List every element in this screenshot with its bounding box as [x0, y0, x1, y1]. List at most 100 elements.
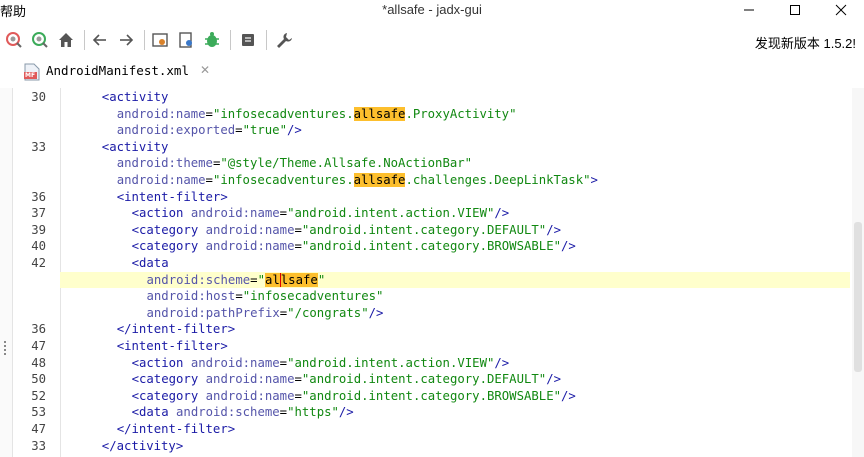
line-number: 39 — [31, 222, 46, 237]
code-line-current[interactable]: android:scheme="allsafe" — [60, 271, 850, 289]
minimize-button[interactable] — [726, 0, 772, 20]
line-number: 36 — [31, 189, 46, 204]
search-highlight: allsafe — [353, 106, 406, 121]
code-text: android:pathPrefix="/congrats"/> — [147, 305, 384, 321]
line-number: 53 — [31, 405, 46, 420]
code-line[interactable]: 37 <action android:name="android.intent.a… — [0, 205, 864, 222]
code-token: /> — [546, 222, 562, 237]
code-token: "https" — [287, 405, 339, 420]
code-token: /> — [494, 355, 510, 370]
toolbar-separator — [144, 30, 145, 50]
code-line[interactable]: 33 </activity> — [0, 438, 864, 455]
code-token: /> — [546, 372, 562, 387]
code-line[interactable]: 47 <intent-filter> — [0, 338, 864, 355]
code-line[interactable]: 40 <category android:name="android.intent… — [0, 238, 864, 255]
home-button[interactable] — [54, 28, 78, 52]
code-token: android:name — [116, 106, 206, 121]
vertical-scrollbar[interactable] — [852, 88, 864, 457]
code-line[interactable]: 30 <activity — [0, 89, 864, 106]
deobfuscation-button[interactable] — [148, 28, 172, 52]
code-editor[interactable]: 30 <activity android:name="infosecadventur… — [0, 88, 864, 457]
code-token: "infosecadventures. — [212, 106, 354, 121]
tab-close-icon[interactable]: ✕ — [200, 63, 210, 77]
code-token: /> — [494, 206, 510, 221]
toolbar: 发现新版本 1.5.2! — [0, 24, 864, 56]
code-text: <action android:name="android.intent.act… — [132, 355, 510, 371]
code-text: android:theme="@style/Theme.Allsafe.NoAc… — [117, 155, 472, 171]
code-token: "infosecadventures" — [242, 289, 384, 304]
line-number: 47 — [31, 339, 46, 353]
code-token: android:pathPrefix — [146, 305, 280, 320]
code-token: "@style/Theme.Allsafe.NoActionBar" — [220, 156, 473, 171]
code-token: "/congrats" — [287, 305, 369, 320]
code-line[interactable]: 50 <category android:name="android.intent… — [0, 371, 864, 388]
code-text: </activity> — [102, 438, 183, 454]
code-token: .ProxyActivity" — [405, 106, 517, 121]
code-token: <category — [131, 239, 206, 254]
quark-button[interactable] — [174, 28, 198, 52]
code-token: android:exported — [116, 123, 236, 138]
search-highlight: lsafe — [280, 272, 318, 287]
code-line[interactable]: android:name="infosecadventures.allsafe.… — [0, 106, 864, 123]
code-text: <data android:scheme="https"/> — [132, 404, 354, 420]
code-token: <action — [131, 206, 191, 221]
code-token: .challenges.DeepLinkTask" — [405, 173, 591, 187]
code-text: <intent-filter> — [117, 338, 228, 354]
code-token: "android.intent.category.DEFAULT" — [301, 372, 547, 387]
line-number: 33 — [31, 438, 46, 453]
splitter-grip-icon — [4, 339, 8, 357]
code-text: <category android:name="android.intent.c… — [132, 371, 561, 387]
code-token: </intent-filter> — [116, 322, 236, 337]
code-line[interactable]: android:pathPrefix="/congrats"/> — [0, 305, 864, 322]
code-text: android:name="infosecadventures.allsafe.… — [117, 106, 517, 122]
tab-androidmanifest[interactable]: MF AndroidManifest.xml ✕ — [14, 58, 224, 86]
forward-button[interactable] — [114, 28, 138, 52]
code-token: = — [235, 289, 243, 304]
code-token: "android.intent.category.BROWSABLE" — [301, 388, 562, 403]
code-token: "true" — [242, 123, 287, 138]
code-line[interactable]: android:theme="@style/Theme.Allsafe.NoAc… — [0, 155, 864, 172]
code-line[interactable]: 52 <category android:name="android.intent… — [0, 388, 864, 405]
toolbar-separator — [230, 30, 231, 50]
code-line[interactable]: 53 <data android:scheme="https"/> — [0, 404, 864, 421]
code-line[interactable]: android:host="infosecadventures" — [0, 288, 864, 305]
line-number: 40 — [31, 239, 46, 254]
preferences-button[interactable] — [272, 28, 296, 52]
code-line[interactable]: 36 <intent-filter> — [0, 189, 864, 206]
code-token: = — [279, 206, 288, 221]
code-line[interactable]: android:name="infosecadventures.allsafe.… — [0, 172, 864, 189]
code-text: <intent-filter> — [117, 189, 228, 205]
code-token: <activity — [101, 139, 169, 154]
code-token: /> — [338, 405, 354, 420]
code-token: /> — [286, 123, 302, 138]
text-search-button[interactable] — [28, 28, 52, 52]
code-text: <category android:name="android.intent.c… — [132, 222, 561, 238]
code-line[interactable]: 47 </intent-filter> — [0, 421, 864, 438]
sync-tree-button[interactable] — [2, 28, 26, 52]
code-text: <category android:name="android.intent.c… — [132, 388, 576, 404]
maximize-button[interactable] — [772, 0, 818, 20]
code-token: android:name — [205, 388, 295, 403]
update-notice[interactable]: 发现新版本 1.5.2! — [755, 33, 856, 52]
code-line[interactable]: 48 <action android:name="android.intent.a… — [0, 355, 864, 372]
scrollbar-thumb[interactable] — [854, 222, 862, 372]
code-token: = — [205, 106, 213, 121]
arrow-left-icon — [92, 34, 106, 46]
back-button[interactable] — [88, 28, 112, 52]
minimize-icon — [744, 9, 754, 11]
code-token: = — [235, 123, 243, 138]
code-line[interactable]: 39 <category android:name="android.intent… — [0, 222, 864, 239]
code-line[interactable]: android:exported="true"/> — [0, 122, 864, 139]
panel-splitter[interactable] — [0, 88, 13, 457]
log-button[interactable] — [236, 28, 260, 52]
code-token: = — [294, 388, 302, 403]
code-text: <activity — [102, 139, 169, 155]
debug-button[interactable] — [200, 28, 224, 52]
close-window-button[interactable] — [818, 0, 864, 20]
code-line[interactable]: 42 <data — [0, 255, 864, 272]
code-token: <category — [131, 222, 206, 237]
code-token: <activity — [101, 90, 169, 104]
code-text: android:name="infosecadventures.allsafe.… — [117, 172, 598, 188]
code-line[interactable]: 33 <activity — [0, 139, 864, 156]
code-line[interactable]: 36 </intent-filter> — [0, 321, 864, 338]
